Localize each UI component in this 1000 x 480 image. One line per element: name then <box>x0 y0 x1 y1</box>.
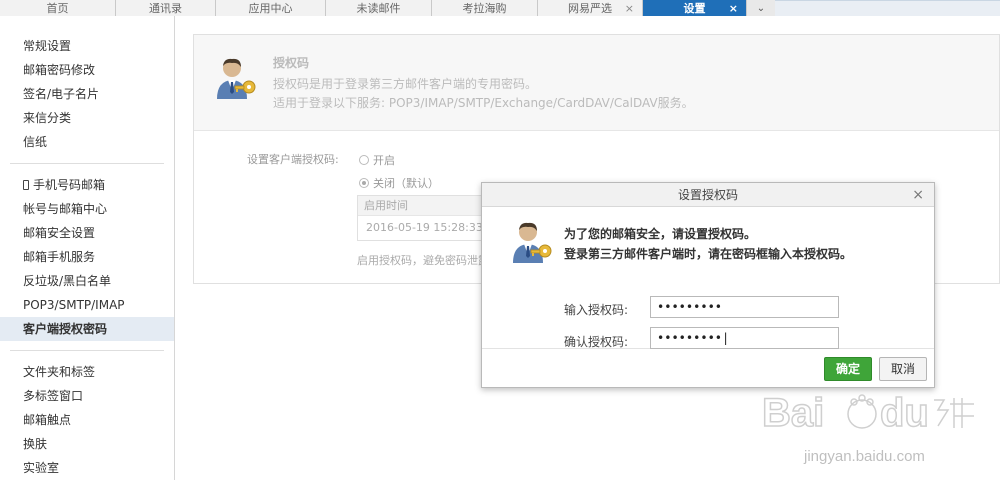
sidebar-item[interactable]: 邮箱触点 <box>0 408 174 432</box>
tab-more-button[interactable]: ⌄ <box>747 0 775 16</box>
sidebar-item-label: 文件夹和标签 <box>23 365 96 379</box>
radio-disable-circle[interactable] <box>359 178 369 188</box>
radio-enable-label: 开启 <box>373 154 395 167</box>
radio-enable-circle[interactable] <box>359 155 369 165</box>
tab-close-icon[interactable]: × <box>729 3 738 14</box>
sidebar-item[interactable]: 邮箱密码修改 <box>0 58 174 82</box>
radio-disable[interactable]: 关闭（默认） <box>359 175 439 191</box>
chevron-down-icon: ⌄ <box>756 3 766 14</box>
sidebar-item-label: 邮箱安全设置 <box>23 226 96 240</box>
sidebar-item[interactable]: 邮箱安全设置 <box>0 221 174 245</box>
sidebar-divider <box>10 163 164 164</box>
enter-code-input[interactable]: ••••••••• <box>650 296 839 318</box>
user-key-icon <box>513 222 552 263</box>
auth-code-setting-label: 设置客户端授权码: <box>247 153 339 166</box>
close-icon[interactable]: × <box>912 183 924 207</box>
sidebar-item-label: 换肤 <box>23 437 48 451</box>
sidebar-item-label: 邮箱手机服务 <box>23 250 96 264</box>
enable-time-value: 2016-05-19 15:28:33 <box>366 221 483 234</box>
tab-0[interactable]: 首页 <box>0 0 116 16</box>
sidebar-item-label: 来信分类 <box>23 111 72 125</box>
sidebar-item-label: 客户端授权密码 <box>23 322 108 336</box>
set-auth-code-dialog: 设置授权码 × 为了您的邮箱安全，请设置授权码。 登录第三方邮件客户端时，请在密… <box>481 182 935 388</box>
tab-4[interactable]: 考拉海购 <box>432 0 538 16</box>
confirm-button[interactable]: 确定 <box>824 357 872 381</box>
sidebar-item[interactable]: 换肤 <box>0 432 174 456</box>
dialog-title: 设置授权码 <box>677 188 738 202</box>
sidebar-item-label: 手机号码邮箱 <box>33 178 106 192</box>
sidebar-item-label: 帐号与邮箱中心 <box>23 202 108 216</box>
sidebar-item-label: 反垃圾/黑白名单 <box>23 274 112 288</box>
sidebar-item[interactable]: 邮箱手机服务 <box>0 245 174 269</box>
sidebar-item-label: 邮箱密码修改 <box>23 63 96 77</box>
settings-sidebar: 常规设置邮箱密码修改 签名/电子名片 来信分类信纸 手机号码邮箱帐号与邮箱中心 邮箱安… <box>0 16 175 480</box>
panel-title: 授权码 <box>273 56 310 70</box>
tab-label: 网易严选 <box>568 2 612 15</box>
tab-label: 考拉海购 <box>462 2 507 15</box>
sidebar-item-label: 多标签窗口 <box>23 389 84 403</box>
tab-2[interactable]: 应用中心 <box>216 0 326 16</box>
cancel-button[interactable]: 取消 <box>879 357 927 381</box>
sidebar-group-account: 手机号码邮箱帐号与邮箱中心 邮箱安全设置 邮箱手机服务反垃圾/黑白名单 POP3/SM… <box>0 173 174 341</box>
sidebar-item[interactable]: 文件夹和标签 <box>0 360 174 384</box>
sidebar-item[interactable]: 手机号码邮箱 <box>0 173 174 197</box>
sidebar-item[interactable]: POP3/SMTP/IMAP <box>0 293 174 317</box>
tab-bar: 首页 通讯录 应用中心 未读邮件 考拉海购 网易严选 × 设置 × ⌄ <box>0 0 1000 16</box>
tab-label: 首页 <box>46 2 69 15</box>
sidebar-item-label: 邮箱触点 <box>23 413 72 427</box>
tab-1[interactable]: 通讯录 <box>116 0 216 16</box>
phone-icon <box>23 180 29 190</box>
tab-close-icon[interactable]: × <box>625 3 634 14</box>
tab-label: 未读邮件 <box>356 2 401 15</box>
sidebar-item[interactable]: 常规设置 <box>0 34 174 58</box>
confirm-code-input[interactable]: •••••••••| <box>650 327 839 349</box>
sidebar-group-misc: 文件夹和标签 多标签窗口邮箱触点换肤实验室 <box>0 360 174 480</box>
sidebar-item-label: 实验室 <box>23 461 60 475</box>
sidebar-item-label: 常规设置 <box>23 39 72 53</box>
enter-code-label: 输入授权码: <box>564 303 629 317</box>
sidebar-item[interactable]: 信纸 <box>0 130 174 154</box>
sidebar-group-general: 常规设置邮箱密码修改 签名/电子名片 来信分类信纸 <box>0 34 174 154</box>
tab-bar-fill <box>775 0 1000 16</box>
sidebar-item-label: POP3/SMTP/IMAP <box>23 298 125 312</box>
panel-footnote: 启用授权码，避免密码泄露 <box>357 254 487 267</box>
tab-6[interactable]: 设置 × <box>643 0 747 16</box>
sidebar-item-label: 签名/电子名片 <box>23 87 100 101</box>
sidebar-item[interactable]: 实验室 <box>0 456 174 480</box>
tab-5[interactable]: 网易严选 × <box>538 0 643 16</box>
sidebar-item[interactable]: 多标签窗口 <box>0 384 174 408</box>
sidebar-item[interactable]: 客户端授权密码 <box>0 317 174 341</box>
sidebar-item-label: 信纸 <box>23 135 48 149</box>
panel-description: 授权码是用于登录第三方邮件客户端的专用密码。 <box>273 77 538 91</box>
tab-label: 设置 <box>683 2 706 15</box>
user-key-icon <box>217 58 256 99</box>
confirm-code-label: 确认授权码: <box>564 335 629 349</box>
tab-3[interactable]: 未读邮件 <box>326 0 432 16</box>
enable-time-header: 启用时间 <box>358 196 496 216</box>
dialog-message-security: 为了您的邮箱安全，请设置授权码。 <box>564 227 757 241</box>
tab-label: 通讯录 <box>149 2 182 15</box>
radio-disable-label: 关闭（默认） <box>373 177 439 190</box>
sidebar-item[interactable]: 反垃圾/黑白名单 <box>0 269 174 293</box>
dialog-message-instruction: 登录第三方邮件客户端时，请在密码框输入本授权码。 <box>564 247 853 261</box>
sidebar-item[interactable]: 帐号与邮箱中心 <box>0 197 174 221</box>
panel-services: 适用于登录以下服务: POP3/IMAP/SMTP/Exchange/CardD… <box>273 96 694 110</box>
tab-label: 应用中心 <box>248 2 293 15</box>
dialog-body: 为了您的邮箱安全，请设置授权码。 登录第三方邮件客户端时，请在密码框输入本授权码… <box>482 207 934 349</box>
sidebar-divider <box>10 350 164 351</box>
radio-enable[interactable]: 开启 <box>359 152 395 168</box>
dialog-header: 设置授权码 × <box>482 183 934 207</box>
sidebar-item[interactable]: 来信分类 <box>0 106 174 130</box>
panel-header: 授权码 授权码是用于登录第三方邮件客户端的专用密码。 适用于登录以下服务: PO… <box>194 35 999 131</box>
sidebar-item[interactable]: 签名/电子名片 <box>0 82 174 106</box>
enable-time-table: 启用时间 2016-05-19 15:28:33 <box>357 195 497 241</box>
